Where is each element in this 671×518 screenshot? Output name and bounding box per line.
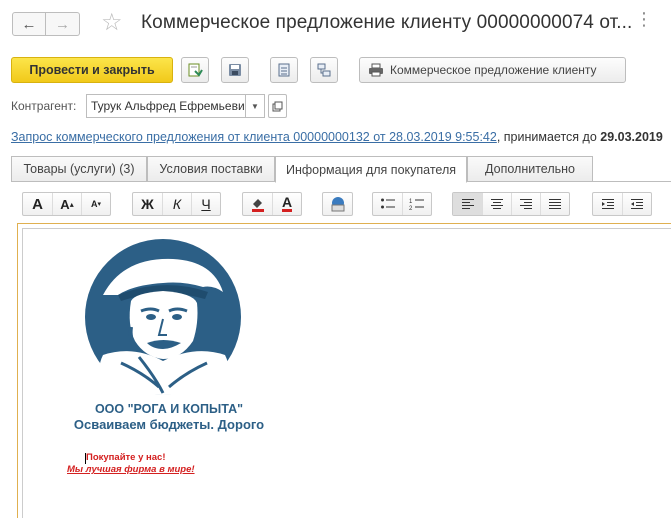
decrease-font-icon[interactable]: A ▾: [81, 193, 110, 215]
document-list-icon: [278, 63, 290, 77]
numbered-list-icon[interactable]: 1 2: [402, 193, 431, 215]
request-deadline: 29.03.2019: [600, 130, 663, 144]
svg-text:1: 1: [409, 199, 413, 205]
star-icon[interactable]: ☆: [101, 10, 123, 36]
align-right-icon[interactable]: [511, 193, 540, 215]
post-button[interactable]: [181, 57, 209, 83]
font-size-group: A A ▴ A ▾: [22, 192, 111, 216]
align-left-icon[interactable]: [453, 193, 482, 215]
post-document-icon: [188, 63, 203, 77]
back-button[interactable]: ←: [12, 12, 46, 36]
align-center-icon[interactable]: [482, 193, 511, 215]
color-group: A: [242, 192, 302, 216]
title-bar: ← → ☆ Коммерческое предложение клиенту 0…: [0, 0, 671, 52]
slogan-line-1: Покупайте у нас!: [86, 452, 166, 463]
ellipsis-icon[interactable]: ⋮: [635, 9, 653, 30]
tab-goods[interactable]: Товары (услуги) (3): [11, 156, 147, 182]
tab-delivery-terms[interactable]: Условия поставки: [147, 156, 275, 182]
indent-decrease-icon[interactable]: [622, 193, 651, 215]
company-logo: [85, 239, 241, 395]
request-info-line: Запрос коммерческого предложения от клие…: [11, 130, 663, 144]
svg-text:2: 2: [409, 206, 413, 211]
arrow-right-icon: →: [55, 15, 70, 33]
save-button[interactable]: [221, 57, 249, 83]
company-tagline: Осваиваем бюджеты. Дорого: [73, 417, 265, 432]
bullet-list-icon[interactable]: [373, 193, 402, 215]
company-name-block: ООО "РОГА И КОПЫТА" Осваиваем бюджеты. Д…: [54, 402, 284, 432]
window-title: Коммерческое предложение клиенту 0000000…: [141, 12, 633, 33]
indent-increase-icon[interactable]: [593, 193, 622, 215]
text-color-label: A: [281, 194, 293, 212]
bold-button[interactable]: Ж: [133, 193, 162, 215]
slogan-line-2: Мы лучшая фирма в мире!: [67, 464, 195, 475]
italic-button[interactable]: К: [162, 193, 191, 215]
floppy-icon: [229, 64, 241, 76]
insert-image-icon[interactable]: [323, 193, 352, 215]
company-name: ООО "РОГА И КОПЫТА": [94, 402, 244, 416]
list-button[interactable]: [270, 57, 298, 83]
post-and-close-button[interactable]: Провести и закрыть: [11, 57, 173, 83]
text-style-group: Ж К Ч: [132, 192, 221, 216]
counterparty-label: Контрагент:: [11, 99, 77, 113]
open-window-icon: [272, 101, 283, 111]
font-icon[interactable]: A: [23, 193, 52, 215]
tab-buyer-info[interactable]: Информация для покупателя: [275, 156, 467, 183]
chevron-down-icon: ▼: [251, 101, 259, 111]
forward-button[interactable]: →: [46, 12, 80, 36]
printer-icon: [369, 63, 383, 77]
tab-strip: Товары (услуги) (3) Условия поставки Инф…: [11, 156, 671, 183]
underline-button[interactable]: Ч: [191, 193, 220, 215]
print-offer-label: Коммерческое предложение клиенту: [390, 63, 597, 77]
text-color-icon[interactable]: A: [272, 193, 301, 215]
indent-group: [592, 192, 652, 216]
image-group: [322, 192, 353, 216]
arrow-left-icon: ←: [21, 15, 37, 33]
align-group: [452, 192, 570, 216]
tab-additional[interactable]: Дополнительно: [467, 156, 593, 182]
counterparty-dropdown-button[interactable]: ▼: [246, 94, 265, 118]
command-bar: Провести и закрыть Коммерческое предложе…: [0, 57, 671, 85]
counterparty-field[interactable]: Турук Альфред Ефремьевич: [86, 94, 246, 118]
request-suffix: , принимается до: [496, 130, 601, 144]
structure-button[interactable]: [310, 57, 338, 83]
request-link[interactable]: Запрос коммерческого предложения от клие…: [11, 130, 497, 144]
fill-color-icon[interactable]: [243, 193, 272, 215]
list-group: 1 2: [372, 192, 432, 216]
increase-font-icon[interactable]: A ▴: [52, 193, 81, 215]
print-offer-button[interactable]: Коммерческое предложение клиенту: [359, 57, 626, 83]
hierarchy-icon: [317, 63, 331, 77]
align-justify-icon[interactable]: [540, 193, 569, 215]
counterparty-open-button[interactable]: [268, 94, 287, 118]
